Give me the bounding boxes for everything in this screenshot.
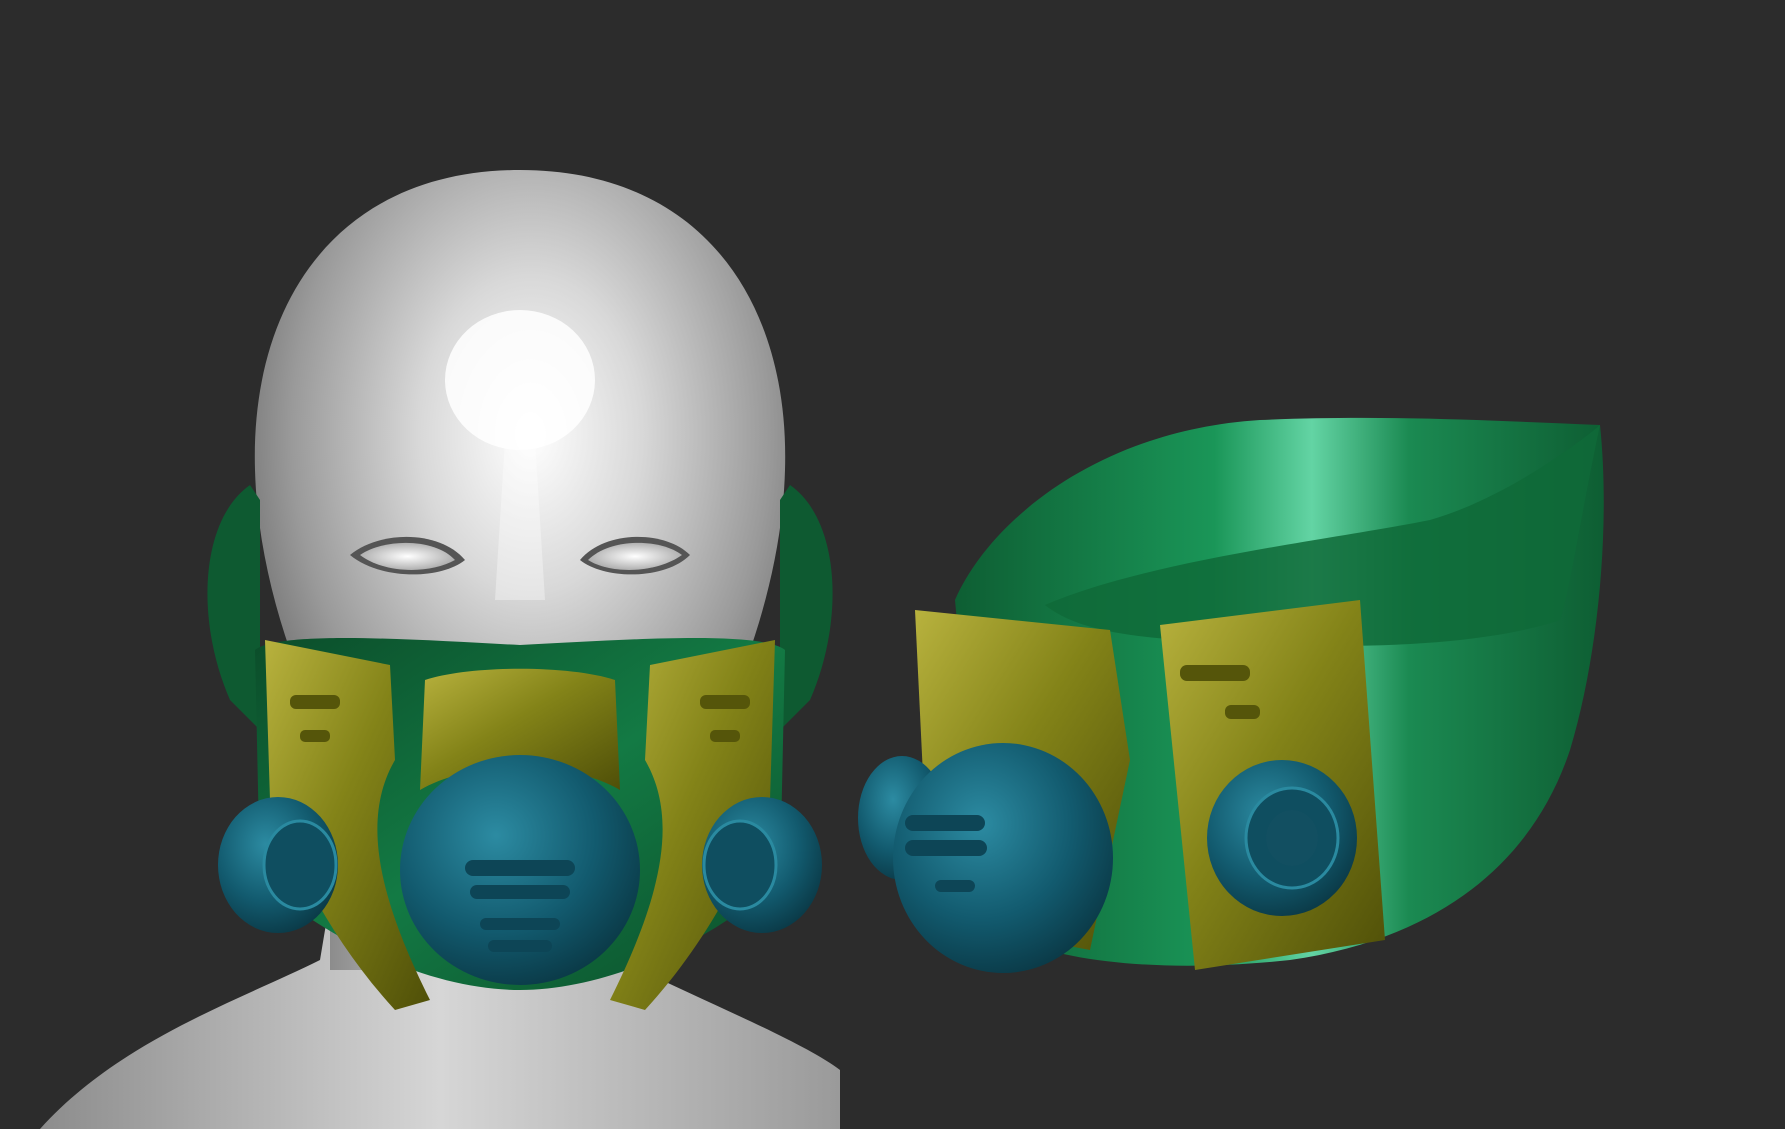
slot-right-2 [710, 730, 740, 742]
filter-center [400, 755, 640, 985]
slot-left-1 [290, 695, 340, 709]
viewport [0, 0, 1785, 1129]
sculpt-render [40, 170, 1604, 1129]
filter-front [858, 743, 1113, 973]
filter-side [1207, 760, 1357, 916]
filter-right [702, 797, 822, 933]
slot-right-1 [700, 695, 750, 709]
slot-left-2 [300, 730, 330, 742]
slot-right-view-1 [1180, 665, 1250, 681]
slot-right-view-2 [1225, 705, 1260, 719]
mask-three-quarter-view [858, 417, 1604, 973]
head-front-view [40, 170, 840, 1129]
filter-left [218, 797, 338, 933]
mask-shell-back [207, 485, 260, 730]
mask-shell-back-right [780, 485, 833, 730]
forehead-highlight [445, 310, 595, 450]
